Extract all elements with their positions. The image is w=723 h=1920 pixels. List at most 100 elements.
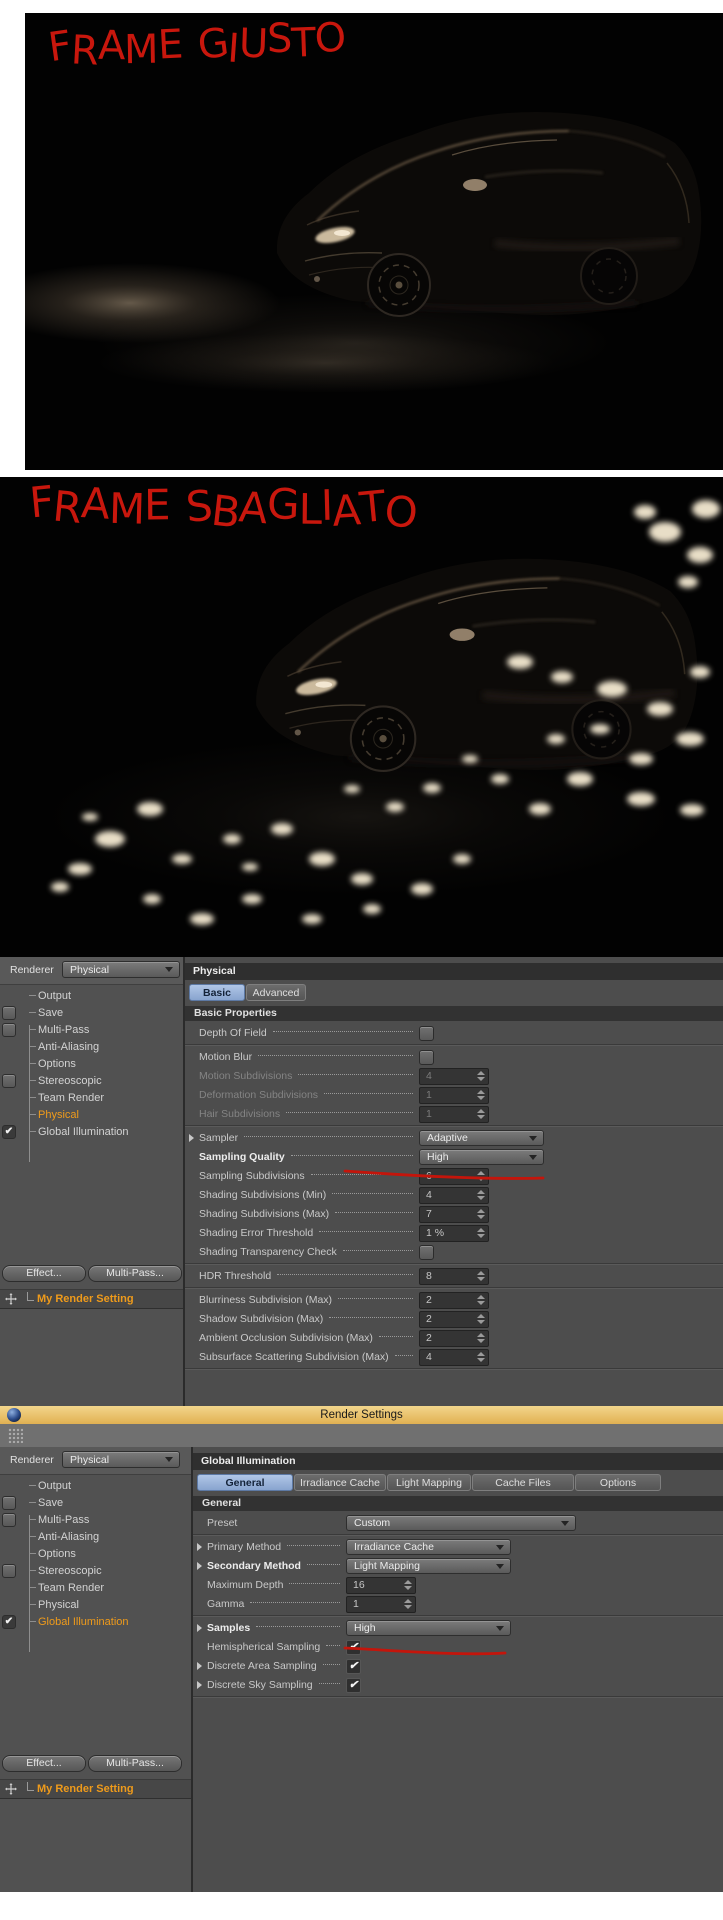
checked-checkbox[interactable]: ✔	[346, 1639, 361, 1655]
number-field[interactable]: 4	[419, 1186, 489, 1204]
checkbox[interactable]	[2, 1074, 16, 1088]
checkbox[interactable]	[419, 1049, 434, 1065]
renderer-dropdown[interactable]: Physical	[62, 961, 180, 978]
spinner-arrows-icon[interactable]	[404, 1579, 412, 1590]
expand-arrow-icon[interactable]	[189, 1134, 194, 1142]
dropdown-samples[interactable]: High	[346, 1620, 511, 1636]
number-field[interactable]: 8	[419, 1267, 489, 1285]
expand-arrow-icon[interactable]	[197, 1543, 202, 1551]
sidebar-item-team-render[interactable]: Team Render	[0, 1089, 181, 1106]
spinner-arrows-icon[interactable]	[477, 1227, 485, 1238]
number-field[interactable]: 7	[419, 1205, 489, 1223]
sidebar-item-stereoscopic[interactable]: Stereoscopic	[0, 1072, 181, 1089]
spin-up-icon[interactable]	[477, 1189, 485, 1194]
multi-pass-button[interactable]: Multi-Pass...	[88, 1265, 182, 1282]
spin-down-icon[interactable]	[477, 1076, 485, 1081]
tab-basic[interactable]: Basic	[189, 984, 245, 1001]
checked-checkbox[interactable]: ✔	[2, 1125, 16, 1139]
checkbox[interactable]	[419, 1244, 434, 1260]
number-field[interactable]: 6	[419, 1167, 489, 1185]
spin-down-icon[interactable]	[477, 1319, 485, 1324]
tab-general[interactable]: General	[197, 1474, 293, 1491]
spin-up-icon[interactable]	[477, 1351, 485, 1356]
my-render-setting-item[interactable]: My Render Setting	[0, 1779, 191, 1799]
sidebar-item-multi-pass[interactable]: Multi-Pass	[0, 1021, 181, 1038]
spin-up-icon[interactable]	[477, 1270, 485, 1275]
sidebar-item-options[interactable]: Options	[0, 1545, 189, 1562]
sidebar-item-global-illumination[interactable]: ✔ Global Illumination	[0, 1123, 181, 1140]
checkbox[interactable]	[2, 1006, 16, 1020]
sidebar-item-team-render[interactable]: Team Render	[0, 1579, 189, 1596]
spinner-arrows-icon[interactable]	[477, 1208, 485, 1219]
tab-cache-files[interactable]: Cache Files	[472, 1474, 574, 1491]
dropdown-sampler[interactable]: Adaptive	[419, 1130, 544, 1146]
renderer-dropdown[interactable]: Physical	[62, 1451, 180, 1468]
sidebar-item-anti-aliasing[interactable]: Anti-Aliasing	[0, 1038, 181, 1055]
spin-down-icon[interactable]	[477, 1114, 485, 1119]
spin-down-icon[interactable]	[477, 1276, 485, 1281]
number-field[interactable]: 4	[419, 1067, 489, 1085]
spin-up-icon[interactable]	[404, 1579, 412, 1584]
effect-button[interactable]: Effect...	[2, 1755, 86, 1772]
sidebar-item-output[interactable]: Output	[0, 1477, 189, 1494]
checkbox[interactable]	[2, 1564, 16, 1578]
tab-light-mapping[interactable]: Light Mapping	[387, 1474, 471, 1491]
expand-arrow-icon[interactable]	[197, 1562, 202, 1570]
sidebar-item-anti-aliasing[interactable]: Anti-Aliasing	[0, 1528, 189, 1545]
number-field[interactable]: 16	[346, 1576, 416, 1594]
my-render-setting-item[interactable]: My Render Setting	[0, 1289, 183, 1309]
spin-up-icon[interactable]	[477, 1089, 485, 1094]
spinner-arrows-icon[interactable]	[477, 1294, 485, 1305]
dropdown-sampling-quality[interactable]: High	[419, 1149, 544, 1165]
number-field[interactable]: 1	[419, 1086, 489, 1104]
checked-checkbox[interactable]: ✔	[346, 1677, 361, 1693]
multi-pass-button[interactable]: Multi-Pass...	[88, 1755, 182, 1772]
spin-up-icon[interactable]	[477, 1070, 485, 1075]
number-field[interactable]: 1	[419, 1105, 489, 1123]
checkbox[interactable]	[2, 1023, 16, 1037]
expand-arrow-icon[interactable]	[197, 1681, 202, 1689]
number-field[interactable]: 1	[346, 1595, 416, 1613]
spin-down-icon[interactable]	[477, 1357, 485, 1362]
spinner-arrows-icon[interactable]	[477, 1189, 485, 1200]
spin-down-icon[interactable]	[477, 1214, 485, 1219]
number-field[interactable]: 2	[419, 1310, 489, 1328]
dropdown-primary-method[interactable]: Irradiance Cache	[346, 1539, 511, 1555]
spin-up-icon[interactable]	[404, 1598, 412, 1603]
tab-irradiance-cache[interactable]: Irradiance Cache	[294, 1474, 386, 1491]
spinner-arrows-icon[interactable]	[477, 1170, 485, 1181]
sidebar-item-save[interactable]: Save	[0, 1494, 189, 1511]
number-field[interactable]: 2	[419, 1329, 489, 1347]
sidebar-item-output[interactable]: Output	[0, 987, 181, 1004]
drag-grip-icon[interactable]	[8, 1428, 23, 1443]
spin-down-icon[interactable]	[404, 1585, 412, 1590]
spinner-arrows-icon[interactable]	[477, 1270, 485, 1281]
checked-checkbox[interactable]: ✔	[346, 1658, 361, 1674]
checkbox[interactable]	[419, 1025, 434, 1041]
sidebar-item-save[interactable]: Save	[0, 1004, 181, 1021]
expand-arrow-icon[interactable]	[197, 1624, 202, 1632]
spin-down-icon[interactable]	[404, 1604, 412, 1609]
spinner-arrows-icon[interactable]	[404, 1598, 412, 1609]
render-settings-window-titlebar[interactable]: Render Settings	[0, 1406, 723, 1424]
checkbox[interactable]	[2, 1496, 16, 1510]
spin-up-icon[interactable]	[477, 1332, 485, 1337]
checkbox[interactable]	[2, 1513, 16, 1527]
spin-down-icon[interactable]	[477, 1176, 485, 1181]
expand-arrow-icon[interactable]	[197, 1662, 202, 1670]
spin-down-icon[interactable]	[477, 1195, 485, 1200]
number-field[interactable]: 4	[419, 1348, 489, 1366]
spinner-arrows-icon[interactable]	[477, 1332, 485, 1343]
spin-down-icon[interactable]	[477, 1338, 485, 1343]
spin-down-icon[interactable]	[477, 1300, 485, 1305]
checked-checkbox[interactable]: ✔	[2, 1615, 16, 1629]
tab-options[interactable]: Options	[575, 1474, 661, 1491]
tab-advanced[interactable]: Advanced	[246, 984, 306, 1001]
spin-up-icon[interactable]	[477, 1108, 485, 1113]
spin-up-icon[interactable]	[477, 1294, 485, 1299]
dropdown-secondary-method[interactable]: Light Mapping	[346, 1558, 511, 1574]
spinner-arrows-icon[interactable]	[477, 1351, 485, 1362]
spinner-arrows-icon[interactable]	[477, 1070, 485, 1081]
spinner-arrows-icon[interactable]	[477, 1313, 485, 1324]
effect-button[interactable]: Effect...	[2, 1265, 86, 1282]
